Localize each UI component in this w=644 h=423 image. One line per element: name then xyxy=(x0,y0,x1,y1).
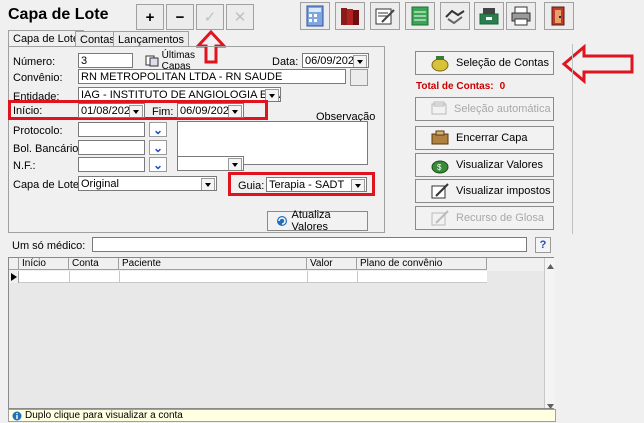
spreadsheet-icon[interactable] xyxy=(405,2,435,30)
fim-label: Fim: xyxy=(152,106,174,118)
bol-bancario-field[interactable] xyxy=(78,140,145,155)
numero-label: Número: xyxy=(13,56,56,68)
right-divider xyxy=(572,44,573,234)
chevron-down-icon[interactable] xyxy=(228,105,242,117)
recurso-glosa-label: Recurso de Glosa xyxy=(456,212,545,224)
document-pen-icon xyxy=(431,210,449,226)
row-pointer-icon xyxy=(9,271,19,283)
inicio-field[interactable]: 01/08/2022 xyxy=(78,103,145,118)
column-header-inicio[interactable]: Início xyxy=(19,258,69,270)
handshake-icon[interactable] xyxy=(440,2,470,30)
chevron-down-icon[interactable] xyxy=(201,178,215,190)
total-contas-value: 0 xyxy=(499,81,506,92)
guia-select[interactable]: Terapia - SADT xyxy=(266,177,367,192)
capa-de-lote-value: Original xyxy=(81,177,119,190)
entidade-value: IAG - INSTITUTO DE ANGIOLOGIA E GASTI xyxy=(81,88,280,101)
numero-field[interactable]: 3 xyxy=(78,53,133,68)
protocolo-chevron-icon[interactable]: ⌄ xyxy=(149,122,167,137)
chevron-down-icon[interactable] xyxy=(351,179,365,191)
info-icon xyxy=(12,411,22,420)
help-button[interactable]: ? xyxy=(535,237,551,253)
grid-scrollbar[interactable] xyxy=(544,258,555,409)
status-text: Duplo clique para visualizar a conta xyxy=(25,410,183,421)
capa-de-lote-label: Capa de Lote: xyxy=(13,179,83,191)
status-bar: Duplo clique para visualizar a conta xyxy=(8,409,556,422)
chevron-down-icon[interactable] xyxy=(129,105,143,117)
document-pen-icon xyxy=(431,183,449,199)
convenio-lookup-button[interactable] xyxy=(350,69,368,86)
refresh-icon xyxy=(277,216,287,226)
table-row[interactable] xyxy=(9,271,487,283)
selecao-contas-label: Seleção de Contas xyxy=(456,57,549,69)
medico-label: Um só médico: xyxy=(12,240,86,252)
column-header-paciente[interactable]: Paciente xyxy=(119,258,307,270)
books-icon[interactable] xyxy=(335,2,365,30)
chevron-down-icon[interactable] xyxy=(228,158,242,170)
calculator-icon[interactable] xyxy=(300,2,330,30)
confirm-button[interactable]: ✓ xyxy=(196,4,224,30)
protocolo-field[interactable] xyxy=(78,122,145,137)
selecao-automatica-button[interactable]: Seleção automática xyxy=(415,97,554,121)
chevron-down-icon[interactable] xyxy=(353,55,367,67)
convenio-label: Convênio: xyxy=(13,72,63,84)
accounts-grid: Início Conta Paciente Valor Plano de con… xyxy=(8,257,555,409)
total-contas: Total de Contas: 0 xyxy=(416,81,505,92)
nf-chevron-icon[interactable]: ⌄ xyxy=(149,157,167,172)
ultimas-capas-button[interactable]: Últimas Capas xyxy=(145,50,225,72)
medico-field[interactable] xyxy=(92,237,527,252)
data-field[interactable]: 06/09/2022 xyxy=(302,53,369,68)
atualiza-valores-button[interactable]: Atualiza Valores xyxy=(267,209,368,233)
archive-box-icon xyxy=(431,130,449,145)
bol-bancario-chevron-icon[interactable]: ⌄ xyxy=(149,140,167,155)
inicio-label: Início: xyxy=(13,105,43,117)
scroll-up-icon[interactable] xyxy=(547,260,554,272)
nf-field[interactable] xyxy=(78,157,145,172)
annotation-left-arrow xyxy=(562,44,634,84)
recurso-glosa-button[interactable]: Recurso de Glosa xyxy=(415,206,554,230)
money-bag-icon xyxy=(431,56,449,72)
cash-register-icon[interactable] xyxy=(474,2,504,30)
selecao-contas-button[interactable]: Seleção de Contas xyxy=(415,51,554,75)
column-header-conta[interactable]: Conta xyxy=(69,258,119,270)
visualizar-impostos-button[interactable]: Visualizar impostos xyxy=(415,179,554,203)
fim-value: 06/09/2022 xyxy=(180,104,236,117)
svg-text:$: $ xyxy=(437,163,442,172)
convenio-field[interactable]: RN METROPOLITAN LTDA - RN SAUDE xyxy=(78,69,346,84)
data-label: Data: xyxy=(272,56,299,68)
column-header-plano[interactable]: Plano de convênio xyxy=(357,258,487,270)
bol-bancario-label: Bol. Bancário: xyxy=(13,143,82,155)
window-title: Capa de Lote xyxy=(8,6,109,23)
tab-capa-de-lote[interactable]: Capa de Lote xyxy=(8,30,85,47)
nf-label: N.F.: xyxy=(13,160,36,172)
visualizar-valores-button[interactable]: $ Visualizar Valores xyxy=(415,153,554,177)
tab-lancamentos[interactable]: Lançamentos xyxy=(113,31,190,47)
exit-door-icon[interactable] xyxy=(544,2,574,30)
capa-de-lote-select[interactable]: Original xyxy=(78,176,217,191)
add-button[interactable]: + xyxy=(136,4,164,30)
document-edit-icon[interactable] xyxy=(370,2,400,30)
printer-icon[interactable] xyxy=(506,2,536,30)
encerrar-capa-label: Encerrar Capa xyxy=(456,132,528,144)
copy-icon xyxy=(145,55,159,67)
data-value: 06/09/2022 xyxy=(305,54,361,67)
visualizar-impostos-label: Visualizar impostos xyxy=(456,185,551,197)
selecao-automatica-label: Seleção automática xyxy=(454,103,551,115)
protocolo-label: Protocolo: xyxy=(13,125,63,137)
grid-indicator-header xyxy=(9,258,19,270)
guia-value: Terapia - SADT xyxy=(269,178,345,191)
remove-button[interactable]: − xyxy=(166,4,194,30)
atualiza-valores-label: Atualiza Valores xyxy=(291,209,331,233)
visualizar-valores-label: Visualizar Valores xyxy=(456,159,544,171)
encerrar-capa-button[interactable]: Encerrar Capa xyxy=(415,126,554,150)
money-bag-icon: $ xyxy=(431,160,449,174)
nf-select[interactable] xyxy=(177,156,244,171)
stack-icon xyxy=(431,101,447,115)
inicio-value: 01/08/2022 xyxy=(81,104,137,117)
column-header-valor[interactable]: Valor xyxy=(307,258,357,270)
fim-field[interactable]: 06/09/2022 xyxy=(177,103,244,118)
total-contas-label: Total de Contas: xyxy=(416,81,494,92)
cancel-button[interactable]: ✕ xyxy=(226,4,254,30)
guia-label: Guia: xyxy=(238,180,265,192)
